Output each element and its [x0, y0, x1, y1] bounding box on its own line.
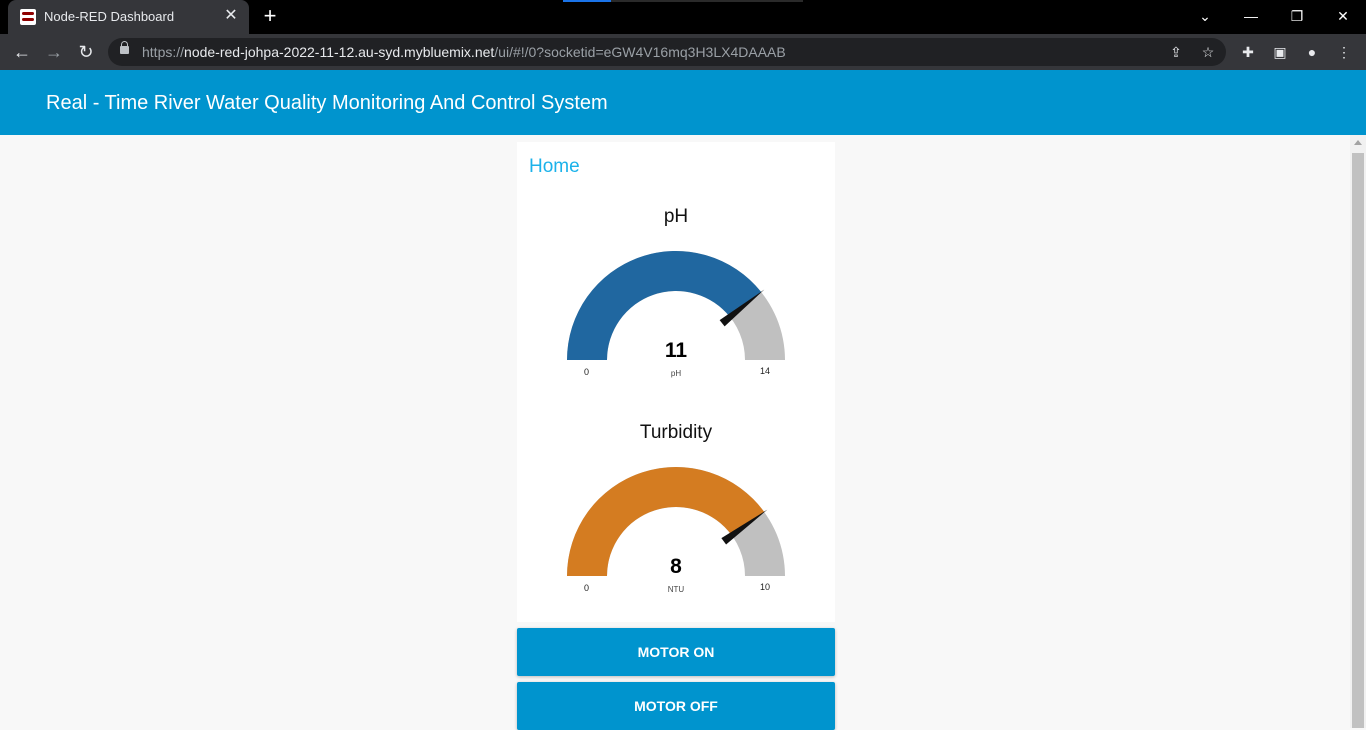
share-icon[interactable]: ⇪	[1166, 43, 1186, 61]
turbidity-gauge: Turbidity 8 NTU 0 10	[517, 422, 835, 622]
browser-tab[interactable]: Node-RED Dashboard ✕	[8, 0, 249, 34]
browser-tab-strip: Node-RED Dashboard ✕ + ⌄ — ❐ ✕	[0, 0, 1366, 34]
gauge-max: 10	[760, 582, 771, 592]
tab-search-icon[interactable]: ⌄	[1194, 6, 1216, 26]
lock-icon[interactable]	[120, 41, 129, 54]
loading-indicator	[563, 0, 803, 2]
gauge-min: 0	[584, 583, 590, 593]
gauge-value: 8	[670, 555, 682, 578]
forward-icon[interactable]: →	[41, 39, 67, 65]
window-close-icon[interactable]: ✕	[1332, 6, 1354, 26]
url-text[interactable]: https://node-red-johpa-2022-11-12.au-syd…	[142, 44, 786, 60]
gauge-max: 14	[760, 366, 771, 376]
dashboard-title: Real - Time River Water Quality Monitori…	[46, 92, 608, 114]
minimize-icon[interactable]: —	[1240, 6, 1262, 26]
address-bar[interactable]: https://node-red-johpa-2022-11-12.au-syd…	[108, 38, 1226, 66]
ph-gauge: pH 11 pH 0 14	[517, 206, 835, 406]
scrollbar[interactable]	[1350, 135, 1366, 728]
profile-icon[interactable]: ●	[1302, 42, 1322, 62]
motor-on-button[interactable]: MOTOR ON	[517, 628, 835, 676]
side-panel-icon[interactable]: ▣	[1270, 42, 1290, 62]
tab-title: Node-RED Dashboard	[44, 9, 175, 24]
gauge-unit: pH	[670, 369, 682, 378]
node-red-favicon-icon	[20, 9, 36, 25]
scroll-up-icon[interactable]	[1354, 140, 1362, 145]
star-icon[interactable]: ☆	[1198, 43, 1218, 61]
restore-icon[interactable]: ❐	[1286, 6, 1308, 26]
gauge-min: 0	[584, 367, 590, 377]
scrollbar-thumb[interactable]	[1352, 153, 1364, 728]
reload-icon[interactable]: ↻	[73, 39, 99, 65]
kebab-menu-icon[interactable]: ⋮	[1334, 42, 1354, 62]
motor-off-button[interactable]: MOTOR OFF	[517, 682, 835, 730]
browser-toolbar: ← → ↻ https://node-red-johpa-2022-11-12.…	[0, 34, 1366, 70]
new-tab-icon[interactable]: +	[258, 4, 282, 28]
gauge-unit: NTU	[667, 585, 685, 594]
home-group-card: Home pH 11 pH 0 14 Turbidity 8 NTU 0 10	[517, 142, 835, 622]
close-tab-icon[interactable]: ✕	[221, 6, 241, 26]
dashboard-header: Real - Time River Water Quality Monitori…	[0, 70, 1366, 135]
puzzle-icon[interactable]: ✚	[1238, 42, 1258, 62]
group-title: Home	[529, 156, 580, 177]
back-icon[interactable]: ←	[9, 39, 35, 65]
gauge-value: 11	[664, 339, 688, 362]
